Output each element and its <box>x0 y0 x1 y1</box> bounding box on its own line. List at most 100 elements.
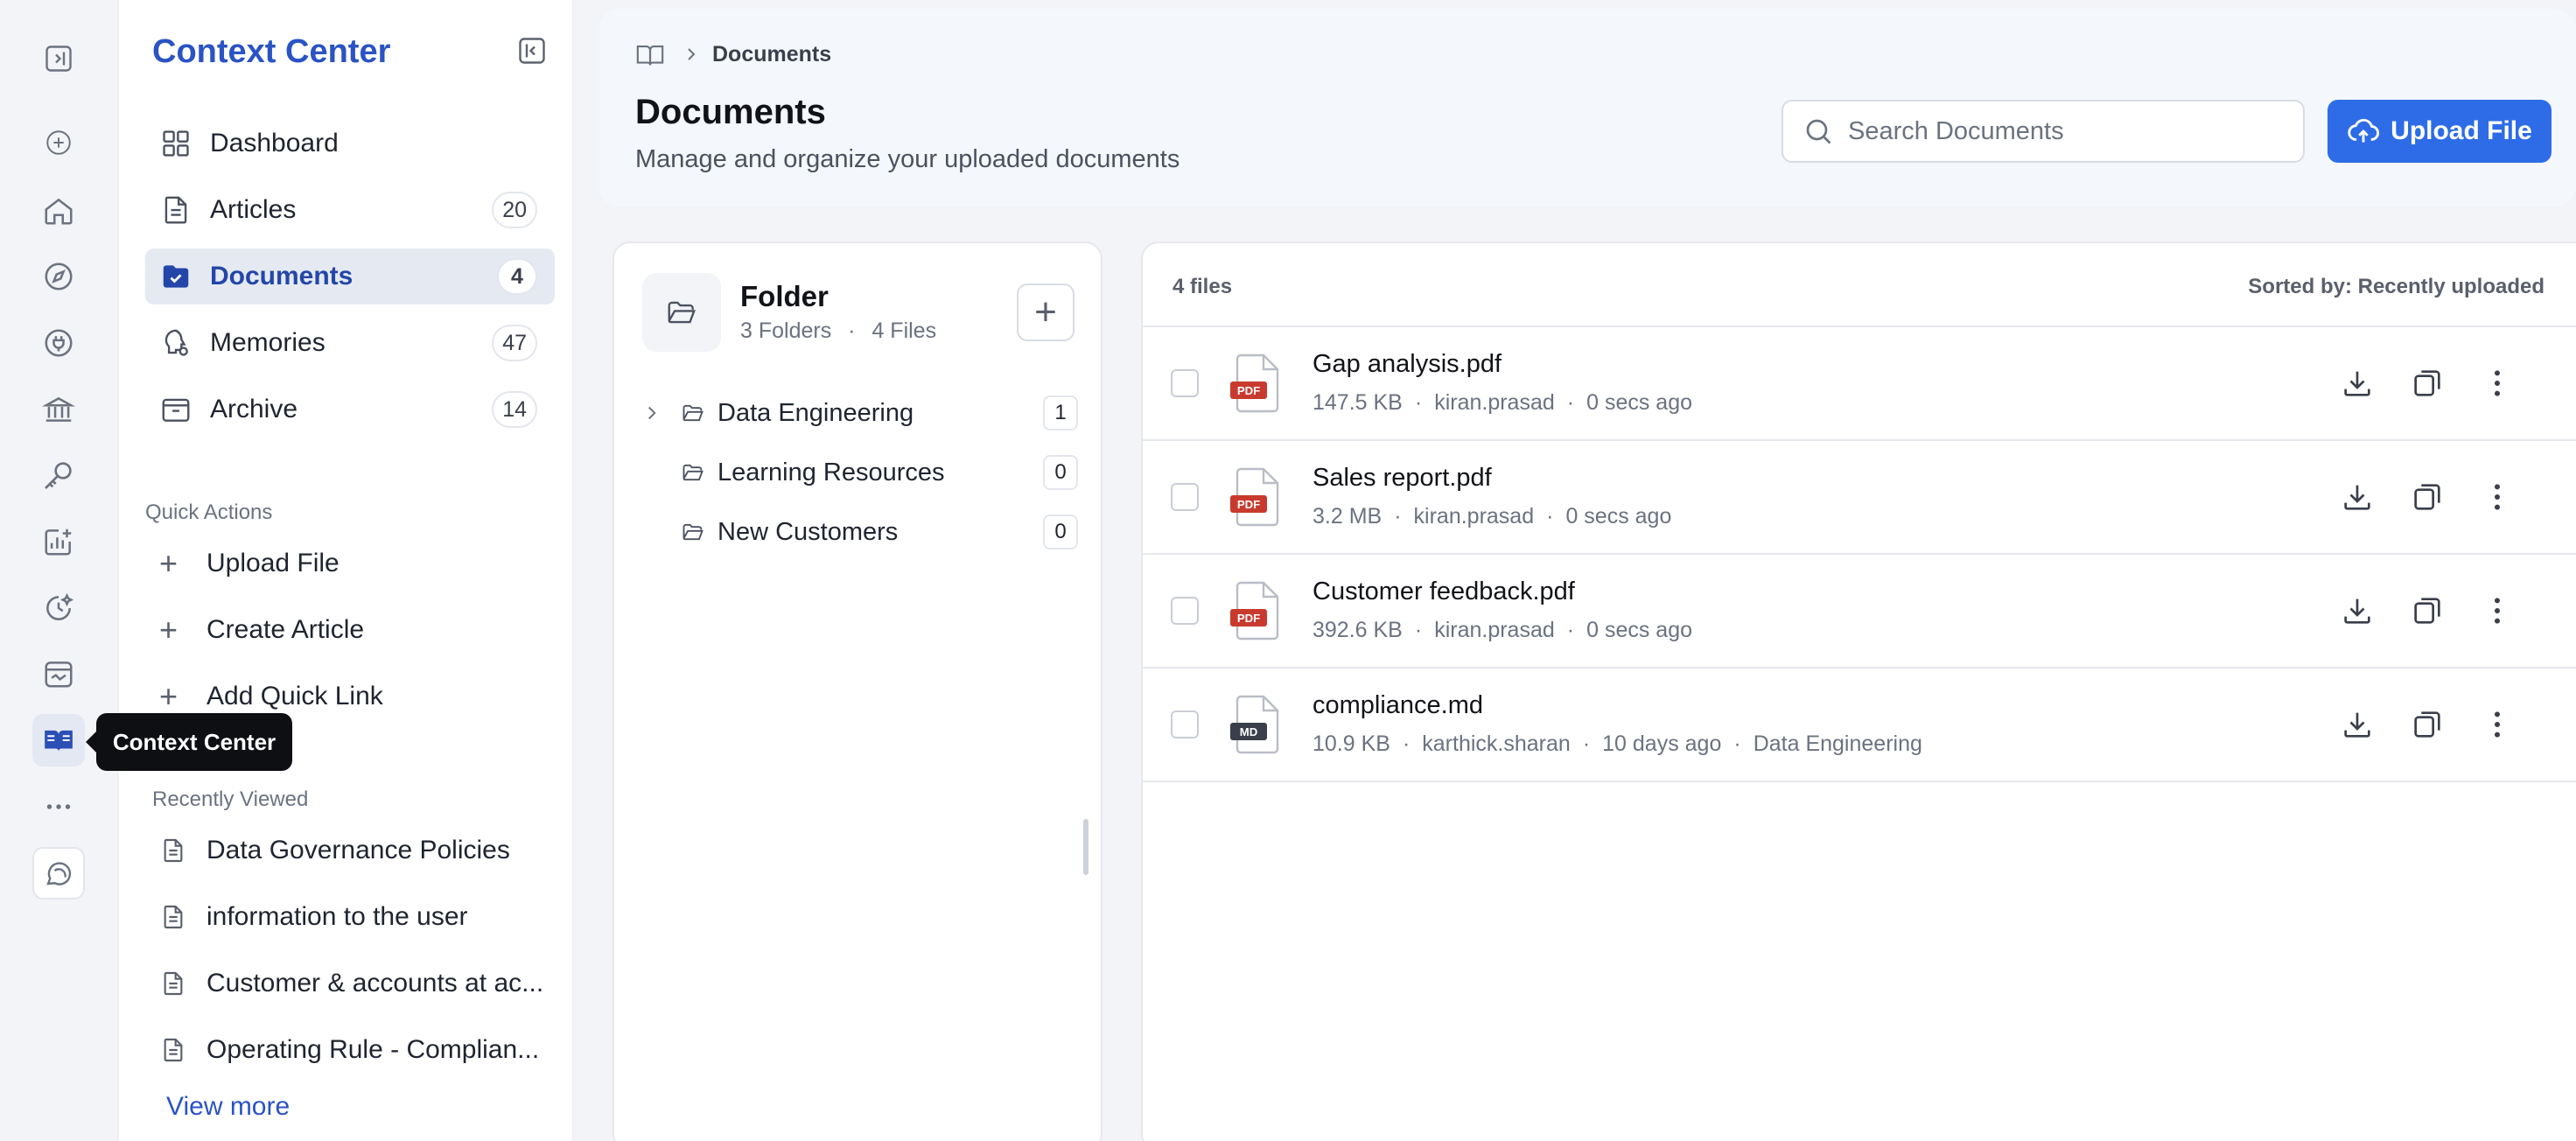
upload-file-label: Upload File <box>2390 116 2532 145</box>
pdf-file-icon: PDF <box>1227 466 1286 528</box>
quick-actions-heading: Quick Actions <box>145 500 273 524</box>
nav-item-memories[interactable]: Memories 47 <box>145 315 555 371</box>
count-badge: 14 <box>492 391 537 428</box>
more-icon[interactable] <box>32 780 85 833</box>
panel-title: Context Center <box>152 33 391 70</box>
sidebar-toggle-icon[interactable] <box>32 32 85 85</box>
chart-icon[interactable] <box>32 515 85 568</box>
more-vertical-icon[interactable] <box>2480 366 2515 401</box>
compass-icon[interactable] <box>32 250 85 303</box>
collapse-panel-icon[interactable] <box>516 35 548 66</box>
sort-label[interactable]: Sorted by: Recently uploaded <box>2248 275 2544 299</box>
file-row[interactable]: MD compliance.md 10.9 KB · karthick.shara… <box>1143 668 2576 782</box>
folder-count: 1 <box>1043 396 1078 430</box>
file-name[interactable]: Gap analysis.pdf <box>1312 350 1502 379</box>
nav-item-archive[interactable]: Archive 14 <box>145 382 555 438</box>
folder-name: Learning Resources <box>718 458 945 486</box>
rail-tooltip: Context Center <box>86 713 292 771</box>
download-icon[interactable] <box>2340 707 2375 742</box>
nav-item-dashboard[interactable]: Dashboard <box>145 116 555 172</box>
nav-item-documents[interactable]: Documents 4 <box>145 248 555 304</box>
recent-item[interactable]: information to the user <box>159 892 544 942</box>
file-row[interactable]: PDF Customer feedback.pdf 392.6 KB · kira… <box>1143 555 2576 668</box>
panel-scrollbar[interactable] <box>1083 819 1088 875</box>
search-input[interactable] <box>1848 116 2268 146</box>
recent-item[interactable]: Operating Rule - Complian... <box>159 1026 544 1074</box>
nav-label: Archive <box>210 395 298 424</box>
upload-file-button[interactable]: Upload File <box>2328 100 2552 163</box>
more-vertical-icon[interactable] <box>2480 480 2515 514</box>
folder-summary: 3 Folders · 4 Files <box>740 318 936 344</box>
plus-icon[interactable] <box>32 116 85 169</box>
folder-panel: Folder 3 Folders · 4 Files + Data Engine… <box>612 242 1102 1141</box>
folder-count: 0 <box>1043 455 1078 490</box>
folder-item-data-engineering[interactable]: Data Engineering 1 <box>640 388 1078 438</box>
recent-item[interactable]: Customer & accounts at ac... <box>159 959 544 1008</box>
icon-rail <box>0 0 117 1141</box>
pdf-file-icon: PDF <box>1227 352 1286 415</box>
chevron-right-icon[interactable] <box>640 402 663 424</box>
file-name[interactable]: compliance.md <box>1312 691 1483 720</box>
nav-label: Dashboard <box>210 129 339 158</box>
book-icon[interactable] <box>635 40 665 70</box>
nav-item-articles[interactable]: Articles 20 <box>145 182 555 238</box>
file-type-label: PDF <box>1237 612 1260 625</box>
file-size: 147.5 KB <box>1312 390 1403 415</box>
search-icon <box>1802 116 1834 147</box>
row-checkbox[interactable] <box>1171 369 1199 397</box>
row-checkbox[interactable] <box>1171 483 1199 511</box>
nav-label: Memories <box>210 328 326 357</box>
separator-dot: · <box>848 318 856 343</box>
key-icon[interactable] <box>32 449 85 501</box>
folder-name: New Customers <box>718 517 899 546</box>
timer-icon[interactable] <box>32 582 85 634</box>
copy-icon[interactable] <box>2410 366 2445 401</box>
recent-item[interactable]: Data Governance Policies <box>159 826 544 875</box>
more-vertical-icon[interactable] <box>2480 593 2515 628</box>
folder-item-new-customers[interactable]: New Customers 0 <box>640 508 1078 556</box>
folder-name: Data Engineering <box>718 398 914 427</box>
calendar-icon[interactable] <box>32 648 85 700</box>
document-icon <box>159 1036 187 1064</box>
folder-check-icon <box>159 260 192 293</box>
add-folder-button[interactable]: + <box>1017 284 1074 341</box>
chat-icon[interactable] <box>32 847 85 900</box>
plug-icon[interactable] <box>32 317 85 369</box>
copy-icon[interactable] <box>2410 707 2445 742</box>
row-checkbox[interactable] <box>1171 597 1199 625</box>
file-meta: 147.5 KB · kiran.prasad · 0 secs ago <box>1312 390 1693 415</box>
count-badge: 4 <box>497 258 537 295</box>
markdown-file-icon: MD <box>1227 693 1286 756</box>
file-name[interactable]: Sales report.pdf <box>1312 464 1492 493</box>
quick-action-create-article[interactable]: + Create Article <box>159 606 364 654</box>
more-vertical-icon[interactable] <box>2480 707 2515 742</box>
nav-label: Articles <box>210 195 297 224</box>
nav-label: Documents <box>210 262 354 290</box>
book-icon[interactable] <box>32 714 85 766</box>
file-row[interactable]: PDF Sales report.pdf 3.2 MB · kiran.prasa… <box>1143 441 2576 555</box>
download-icon[interactable] <box>2340 593 2375 628</box>
home-icon[interactable] <box>32 185 85 237</box>
file-time: 0 secs ago <box>1586 618 1693 642</box>
document-icon <box>159 836 187 864</box>
row-checkbox[interactable] <box>1171 710 1199 738</box>
folder-item-learning-resources[interactable]: Learning Resources 0 <box>640 448 1078 497</box>
file-row[interactable]: PDF Gap analysis.pdf 147.5 KB · kiran.pra… <box>1143 327 2576 441</box>
count-badge: 47 <box>492 325 537 361</box>
copy-icon[interactable] <box>2410 480 2445 514</box>
breadcrumb-current: Documents <box>712 42 832 66</box>
quick-action-upload-file[interactable]: + Upload File <box>159 539 340 588</box>
file-size: 3.2 MB <box>1312 504 1382 528</box>
copy-icon[interactable] <box>2410 593 2445 628</box>
folder-count: 0 <box>1043 514 1078 550</box>
files-count: 4 Files <box>872 318 937 343</box>
view-more-link[interactable]: View more <box>166 1092 290 1122</box>
recent-item-label: Data Governance Policies <box>206 836 510 864</box>
count-badge: 20 <box>492 192 537 228</box>
search-box <box>1782 100 2305 163</box>
file-name[interactable]: Customer feedback.pdf <box>1312 578 1575 606</box>
pdf-file-icon: PDF <box>1227 579 1286 642</box>
download-icon[interactable] <box>2340 366 2375 401</box>
bank-icon[interactable] <box>32 383 85 436</box>
download-icon[interactable] <box>2340 480 2375 514</box>
